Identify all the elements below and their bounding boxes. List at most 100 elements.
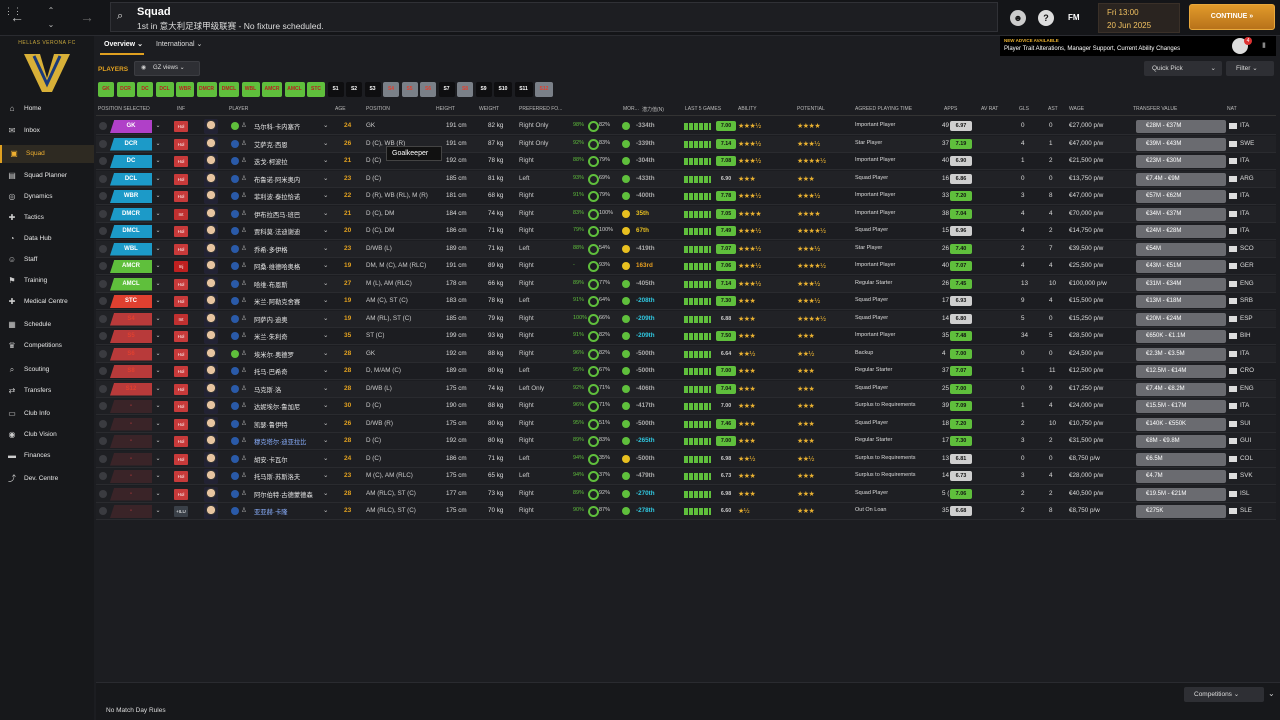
position-chip[interactable]: S12 [535,82,553,97]
row-checkbox[interactable] [99,174,107,183]
player-name[interactable]: 菲利波·泰拉恰诺 [254,192,300,201]
chevron-down-icon[interactable]: ⌄ [323,175,328,182]
position-chip[interactable]: WBL [241,82,260,97]
skull-icon[interactable]: ☻ [1010,10,1026,26]
position-chip[interactable]: S1 [327,82,344,97]
chevron-down-icon[interactable]: ⌄ [323,192,328,199]
player-name[interactable]: 布鲁诺·阿米奥内 [254,175,300,184]
chevron-down-icon[interactable]: ⌄ [152,348,164,361]
chevron-down-icon[interactable]: ⌄ [152,418,164,431]
chevron-down-icon[interactable]: ⌄ [152,190,164,203]
table-row[interactable]: WBL ⌄ Hol ♙ 乔希·多伊格 ⌄ 23 D/WB (L) 189 cm 71 kg Left… [96,240,1276,258]
position-chip[interactable]: S3 [364,82,381,97]
player-name[interactable]: 胡安·卡瓦尔 [254,455,288,464]
chevron-down-icon[interactable]: ⌄ [1268,689,1275,698]
position-selector[interactable]: - [110,400,152,413]
row-checkbox[interactable] [99,279,107,288]
table-row[interactable]: GK ⌄ Hol ♙ 马尔科·卡内塞齐 ⌄ 24 GK 191 cm 82 kg Right Onl… [96,118,1276,135]
chevron-down-icon[interactable]: ⌄ [323,262,328,269]
table-row[interactable]: S5 ⌄ Hol ♙ 米兰·朱利奇 ⌄ 35 ST (C) 199 cm 93 kg Right 91… [96,328,1276,345]
chevron-down-icon[interactable]: ⌄ [152,225,164,238]
position-selector[interactable]: DMCR [110,207,152,221]
player-name[interactable]: 托马斯·苏斯洛夫 [254,472,300,481]
position-selector[interactable]: DC [110,155,152,168]
position-selector[interactable]: S12 [110,382,152,396]
position-chip[interactable]: S10 [494,82,512,97]
chevron-down-icon[interactable]: ⌄ [323,367,328,374]
position-selector[interactable]: - [110,417,152,431]
back-arrow-icon[interactable]: ← [8,8,26,26]
chevron-down-icon[interactable]: ⌄ [323,437,328,444]
chevron-down-icon[interactable]: ⌄ [323,455,328,462]
row-checkbox[interactable] [99,384,107,393]
chevron-down-icon[interactable]: ⌄ [323,245,328,252]
col-last-5-games[interactable]: LAST 5 GAMES [685,106,721,112]
player-name[interactable]: 穆克塔尔·迪亚拉比 [254,437,306,446]
row-checkbox[interactable] [99,227,107,235]
col-potential[interactable]: POTENTIAL [797,106,825,112]
player-name[interactable]: 伊布拉西马·班巴 [254,210,300,219]
col-apps[interactable]: APPS [944,106,957,112]
position-selector[interactable]: - [110,452,152,466]
position-chip[interactable]: AMCL [284,82,305,97]
table-row[interactable]: WBR ⌄ Hol ♙ 菲利波·泰拉恰诺 ⌄ 22 D (R), WB (RL), M (R)… [96,188,1276,205]
player-name[interactable]: 托马·巴希奇 [254,367,288,376]
position-selector[interactable]: S8 [110,365,152,378]
sidebar-item-home[interactable]: ⌂ Home [0,100,94,118]
forward-arrow-icon[interactable]: → [78,8,96,26]
chevron-down-icon[interactable]: ⌄ [152,173,164,186]
table-row[interactable]: DC ⌄ Hol ♙ 迭戈·柯波拉 ⌄ 21 D (C) 192 cm 78 kg Right 88%… [96,153,1276,170]
sidebar-item-schedule[interactable]: ▦ Schedule [0,316,94,334]
quick-pick-button[interactable]: Quick Pick ⌄ [1144,61,1222,76]
position-chip[interactable]: AMCR [262,82,282,97]
chevron-down-icon[interactable]: ⌄ [323,315,328,322]
player-name[interactable]: 贾科莫·法迪谢迪 [254,227,300,236]
row-checkbox[interactable] [99,192,107,200]
position-chip[interactable]: S8 [457,82,473,97]
position-selector[interactable]: S5 [110,330,152,343]
position-selector[interactable]: WBL [110,242,152,256]
col-age[interactable]: AGE [335,106,346,112]
player-name[interactable]: 达妮埃尔·鲁加尼 [254,402,300,411]
table-row[interactable]: AMCR ⌄ Inj ♙ 阿桑·维德哈奥格 ⌄ 19 DM, M (C), AM (RLC) 1… [96,258,1276,275]
table-row[interactable]: S12 ⌄ Hol ♙ 马克斯·洛 ⌄ 28 D/WB (L) 175 cm 74 kg Left … [96,380,1276,398]
chevron-down-icon[interactable]: ⌄ [152,453,164,466]
chevron-down-icon[interactable]: ⌄ [152,295,164,308]
col-nat[interactable]: NAT [1227,106,1237,112]
table-row[interactable]: DMCR ⌄ Int ♙ 伊布拉西马·班巴 ⌄ 21 D (C), DM 184 cm 74 kg… [96,205,1276,223]
chevron-down-icon[interactable]: ⌄ [152,488,164,501]
position-selector[interactable]: AMCL [110,277,152,291]
player-name[interactable]: 凯瑟·鲁伊特 [254,420,288,429]
position-selector[interactable]: S6 [110,347,152,361]
position-chip[interactable]: GK [98,82,114,97]
row-checkbox[interactable] [99,139,107,148]
col-agreed-playing-time[interactable]: AGREED PLAYING TIME [855,106,912,112]
table-row[interactable]: - ⌄ Hol ♙ 胡安·卡瓦尔 ⌄ 24 D (C) 186 cm 71 kg Left 94% 35… [96,450,1276,468]
chevron-down-icon[interactable]: ⌄ [152,120,164,133]
advice-banner[interactable]: NEW ADVICE AVAILABLE Player Trait Altera… [1000,36,1276,56]
chevron-down-icon[interactable]: ⌄ [323,332,328,339]
table-row[interactable]: S4 ⌄ Int ♙ 阿萨内·迪奥 ⌄ 19 AM (RL), ST (C) 185 cm 79 … [96,310,1276,328]
table-row[interactable]: - ⌄ Hol ♙ 达妮埃尔·鲁加尼 ⌄ 30 D (C) 190 cm 88 kg Right 96… [96,398,1276,415]
row-checkbox[interactable] [99,122,107,130]
position-selector[interactable]: STC [110,295,152,308]
position-chip[interactable]: S9 [475,82,492,97]
row-checkbox[interactable] [99,507,107,515]
chevron-down-icon[interactable]: ⌄ [323,402,328,409]
chevron-down-icon[interactable]: ⌄ [323,122,328,129]
chevron-down-icon[interactable]: ⌄ [323,420,328,427]
sidebar-item-inbox[interactable]: ✉ Inbox [0,122,94,140]
chevron-down-icon[interactable]: ⌄ [323,350,328,357]
chevron-down-icon[interactable]: ⌄ [152,278,164,291]
player-name[interactable]: 哈维·布恩斯 [254,280,288,289]
position-selector[interactable]: DCR [110,137,152,151]
sidebar-item-squad-planner[interactable]: ▤ Squad Planner [0,167,94,185]
table-row[interactable]: - ⌄ Hol ♙ 凯瑟·鲁伊特 ⌄ 26 D/WB (R) 175 cm 80 kg Right 9… [96,415,1276,433]
row-checkbox[interactable] [99,489,107,498]
col-inf[interactable]: INF [177,106,185,112]
chevron-down-icon[interactable]: ⌄ [152,260,164,273]
position-selector[interactable]: S4 [110,312,152,326]
col-position[interactable]: POSITION [366,106,390,112]
tab-overview[interactable]: Overview ⌄ [104,40,143,48]
lock-icon[interactable]: ▮ [1262,41,1266,49]
